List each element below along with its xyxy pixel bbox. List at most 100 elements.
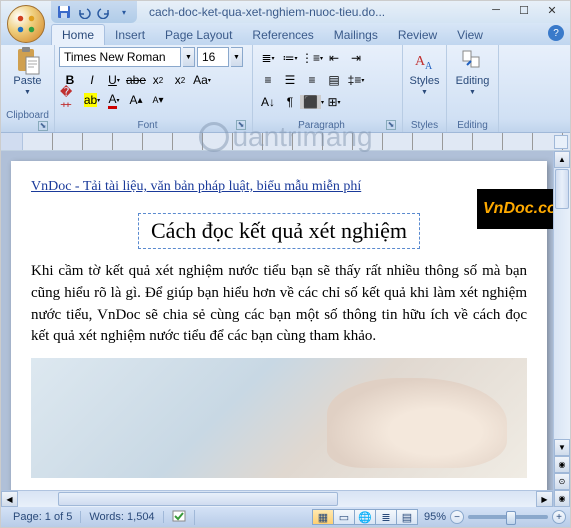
tab-references[interactable]: References	[242, 25, 323, 45]
shading-button[interactable]: ⬛▾	[301, 91, 323, 113]
superscript-button[interactable]: x2	[169, 70, 191, 90]
editing-button[interactable]: Editing ▼	[451, 47, 494, 98]
qat-customize-button[interactable]: ▾	[115, 3, 133, 21]
zoom-in-button[interactable]: +	[552, 510, 566, 524]
clipboard-group-label[interactable]: Clipboard⬊	[5, 109, 50, 132]
tab-home[interactable]: Home	[51, 24, 105, 45]
print-layout-view[interactable]: ▦	[312, 509, 334, 525]
minimize-button[interactable]: ─	[482, 1, 510, 19]
tab-mailings[interactable]: Mailings	[324, 25, 388, 45]
document-title-selected[interactable]: Cách đọc kết quả xét nghiệm	[138, 213, 420, 249]
scroll-left-button[interactable]: ◀	[1, 491, 18, 507]
document-paragraph[interactable]: Khi cầm tờ kết quả xét nghiệm nước tiểu …	[31, 261, 527, 348]
highlight-button[interactable]: ab▾	[81, 90, 103, 110]
styles-button[interactable]: AA Styles ▼	[407, 47, 442, 98]
outline-view[interactable]: ≣	[375, 509, 397, 525]
line-spacing-button[interactable]: ‡≡▾	[345, 69, 367, 91]
multilevel-button[interactable]: ⋮≡▾	[301, 47, 323, 69]
grow-font-button[interactable]: A▴	[125, 90, 147, 110]
document-area: VnDoc.co VnDoc - Tải tài liệu, văn bản p…	[1, 151, 570, 507]
tab-insert[interactable]: Insert	[105, 25, 155, 45]
group-clipboard: Paste ▼ Clipboard⬊	[1, 45, 55, 132]
bullets-button[interactable]: ≣▾	[257, 47, 279, 69]
horizontal-ruler[interactable]	[23, 133, 570, 150]
align-center-button[interactable]: ☰	[279, 69, 301, 91]
page-indicator[interactable]: Page: 1 of 5	[5, 511, 81, 523]
close-button[interactable]: ✕	[538, 1, 566, 19]
tab-view[interactable]: View	[447, 25, 493, 45]
scroll-right-button[interactable]: ▶	[536, 491, 553, 507]
change-case-button[interactable]: Aa▾	[191, 70, 213, 90]
save-button[interactable]	[55, 3, 73, 21]
paragraph-launcher[interactable]: ⬊	[386, 120, 396, 130]
chevron-down-icon: ▼	[469, 89, 476, 96]
horizontal-scrollbar[interactable]: ◀ ▶	[1, 490, 553, 507]
scroll-up-button[interactable]: ▲	[554, 151, 570, 168]
chevron-down-icon: ▼	[24, 89, 31, 96]
tab-review[interactable]: Review	[388, 25, 447, 45]
spell-check-status[interactable]	[164, 510, 195, 525]
scroll-down-button[interactable]: ▼	[554, 439, 570, 456]
redo-button[interactable]	[95, 3, 113, 21]
horizontal-scroll-thumb[interactable]	[58, 492, 338, 506]
titlebar: ▾ cach-doc-ket-qua-xet-nghiem-nuoc-tieu.…	[1, 1, 570, 23]
document-hyperlink[interactable]: VnDoc - Tải tài liệu, văn bản pháp luật,…	[31, 179, 361, 194]
vertical-scroll-thumb[interactable]	[555, 169, 569, 209]
window-title: cach-doc-ket-qua-xet-nghiem-nuoc-tieu.do…	[149, 5, 385, 19]
maximize-button[interactable]: ☐	[510, 1, 538, 19]
ribbon: Paste ▼ Clipboard⬊ Times New Roman ▼ 16 …	[1, 45, 570, 133]
align-left-button[interactable]: ≡	[257, 69, 279, 91]
justify-button[interactable]: ▤	[323, 69, 345, 91]
decrease-indent-button[interactable]: ⇤	[323, 47, 345, 69]
office-button[interactable]	[7, 5, 45, 43]
italic-button[interactable]: I	[81, 70, 103, 90]
word-count[interactable]: Words: 1,504	[81, 511, 163, 523]
tab-page-layout[interactable]: Page Layout	[155, 25, 242, 45]
zoom-out-button[interactable]: −	[450, 510, 464, 524]
prev-page-button[interactable]: ◉	[554, 456, 570, 473]
browse-object-button[interactable]: ⊙	[554, 473, 570, 490]
font-name-combo[interactable]: Times New Roman	[59, 47, 181, 67]
underline-button[interactable]: U▾	[103, 70, 125, 90]
borders-button[interactable]: ⊞▾	[323, 91, 345, 113]
help-button[interactable]: ?	[548, 25, 564, 41]
paste-label: Paste	[13, 75, 41, 87]
paste-icon	[16, 49, 40, 73]
font-size-combo[interactable]: 16	[197, 47, 229, 67]
tab-selector[interactable]	[1, 133, 23, 150]
vertical-scrollbar[interactable]: ▲ ▼ ◉ ⊙ ◉	[553, 151, 570, 507]
paste-button[interactable]: Paste ▼	[5, 47, 50, 98]
increase-indent-button[interactable]: ⇥	[345, 47, 367, 69]
editing-group-label[interactable]: Editing	[451, 119, 494, 132]
font-name-dropdown[interactable]: ▼	[183, 47, 195, 67]
zoom-slider[interactable]	[468, 515, 548, 519]
subscript-button[interactable]: x2	[147, 70, 169, 90]
styles-label: Styles	[410, 75, 440, 87]
document-page[interactable]: VnDoc.co VnDoc - Tải tài liệu, văn bản p…	[11, 161, 547, 507]
numbering-button[interactable]: ≔▾	[279, 47, 301, 69]
next-page-button[interactable]: ◉	[554, 490, 570, 507]
font-launcher[interactable]: ⬊	[236, 120, 246, 130]
font-size-dropdown[interactable]: ▼	[231, 47, 243, 67]
draft-view[interactable]: ▤	[396, 509, 418, 525]
ribbon-tabs: Home Insert Page Layout References Maili…	[1, 23, 570, 45]
font-group-label[interactable]: Font⬊	[59, 119, 248, 132]
group-paragraph: ≣▾ ≔▾ ⋮≡▾ ⇤ ⇥ ≡ ☰ ≡ ▤ ‡≡▾ A↓ ¶ ⬛▾ ⊞▾ Par…	[253, 45, 403, 132]
zoom-level[interactable]: 95%	[424, 511, 446, 523]
clipboard-launcher[interactable]: ⬊	[38, 121, 48, 131]
sort-button[interactable]: A↓	[257, 91, 279, 113]
align-right-button[interactable]: ≡	[301, 69, 323, 91]
undo-button[interactable]	[75, 3, 93, 21]
strikethrough-button[interactable]: abe	[125, 70, 147, 90]
shrink-font-button[interactable]: A▾	[147, 90, 169, 110]
window-controls: ─ ☐ ✕	[482, 1, 566, 19]
paragraph-group-label[interactable]: Paragraph⬊	[257, 119, 398, 132]
svg-text:A: A	[425, 61, 433, 72]
clear-formatting-button[interactable]: �艹	[59, 90, 81, 110]
font-color-button[interactable]: A▾	[103, 90, 125, 110]
full-screen-view[interactable]: ▭	[333, 509, 355, 525]
ruler-toggle[interactable]	[554, 135, 568, 149]
show-marks-button[interactable]: ¶	[279, 91, 301, 113]
web-layout-view[interactable]: 🌐	[354, 509, 376, 525]
styles-group-label[interactable]: Styles	[407, 119, 442, 132]
